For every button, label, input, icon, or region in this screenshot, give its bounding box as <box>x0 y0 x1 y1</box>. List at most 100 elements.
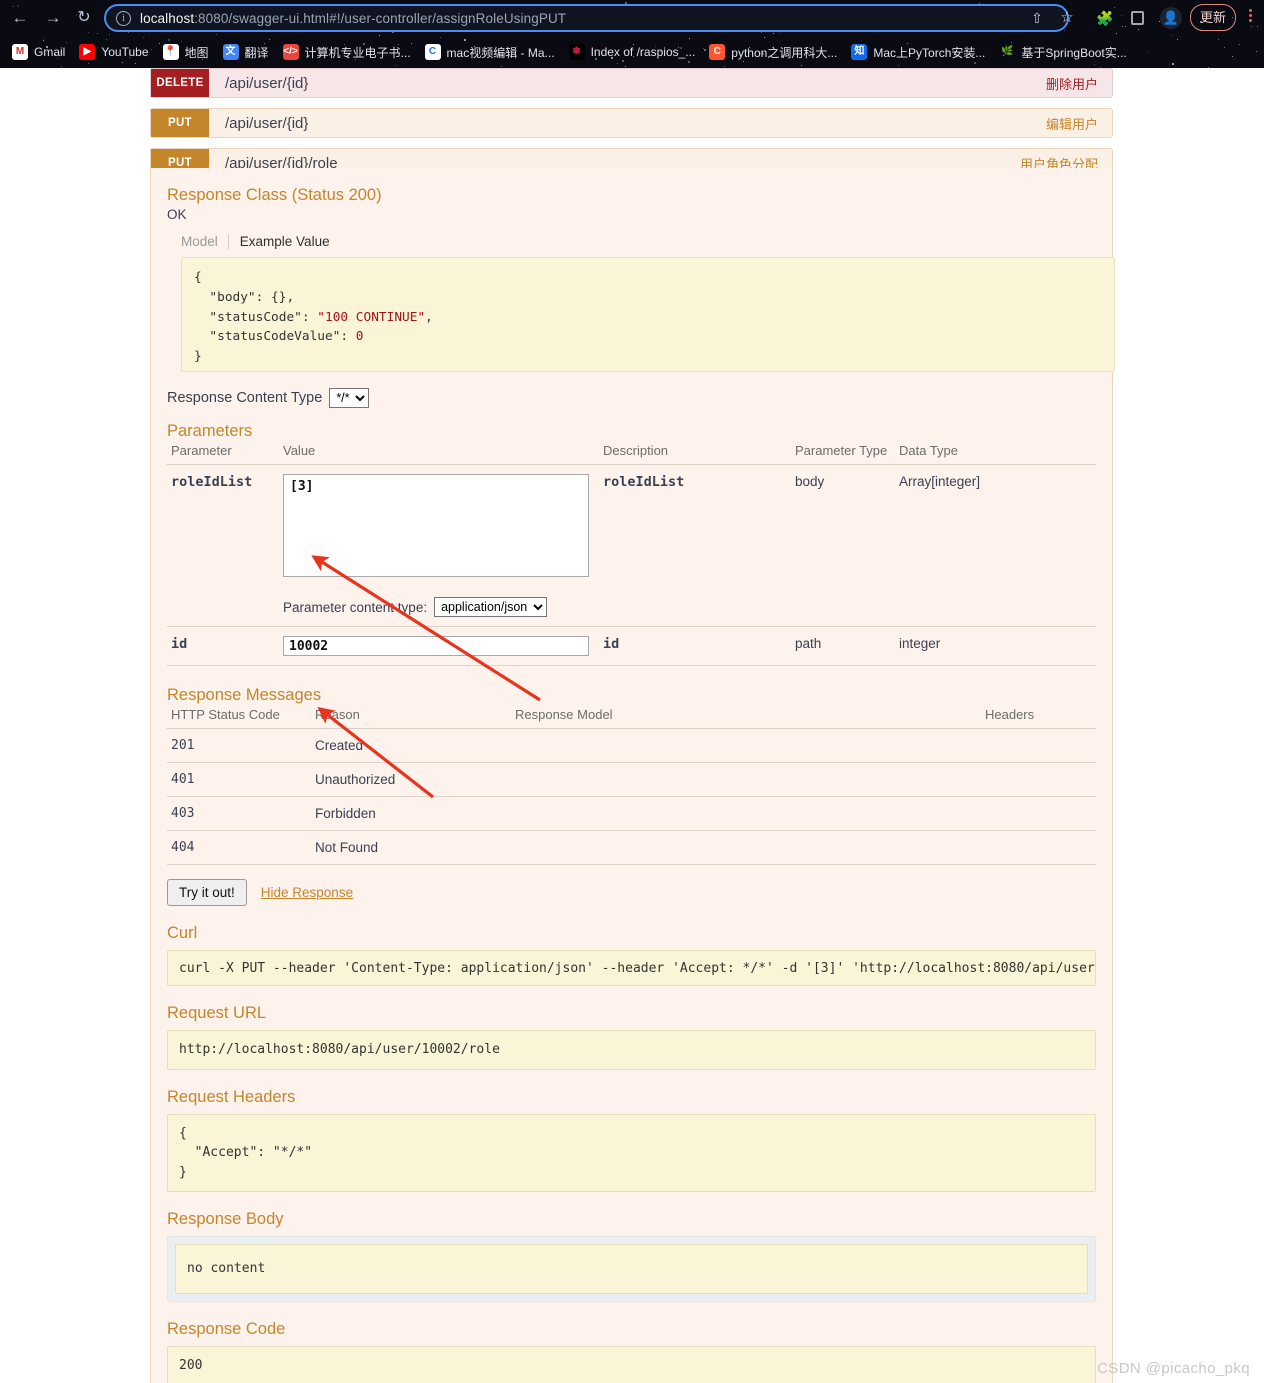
bookmark-item-0[interactable]: M Gmail <box>6 40 71 64</box>
response-messages-table: HTTP Status Code Reason Response Model H… <box>167 707 1096 865</box>
curl-command-box: curl -X PUT --header 'Content-Type: appl… <box>167 950 1096 986</box>
table-row: 401 Unauthorized <box>167 762 1096 797</box>
rm-status-code-3: 404 <box>167 830 311 865</box>
param-type-id: path <box>791 626 895 666</box>
response-messages-title: Response Messages <box>167 686 322 704</box>
request-url-title: Request URL <box>167 1004 267 1022</box>
bookmark-item-1[interactable]: ▶ YouTube <box>73 40 154 64</box>
example-value-status-code: "100 CONTINUE" <box>317 309 426 325</box>
parameter-content-type-select[interactable]: application/json <box>434 597 548 617</box>
operation-row-edit-user[interactable]: PUT /api/user/{id} 编辑用户 <box>150 108 1113 138</box>
rm-headers-2 <box>981 796 1096 831</box>
update-button[interactable]: 更新 <box>1190 4 1237 31</box>
rm-response-model-0 <box>511 728 981 763</box>
bookmark-favicon-icon: ❃ <box>568 44 585 60</box>
param-description-id: id <box>599 626 791 666</box>
parameters-table: Parameter Value Description Parameter Ty… <box>167 443 1096 666</box>
rm-response-model-2 <box>511 796 981 831</box>
address-bar[interactable]: i localhost:8080/swagger-ui.html#!/user-… <box>104 4 1069 32</box>
bookmark-label: 计算机专业电子书... <box>304 45 411 60</box>
parameter-content-type-label: Parameter content type: <box>283 599 428 615</box>
table-row: 404 Not Found <box>167 830 1096 865</box>
param-name-roleidlist: roleIdList <box>167 464 279 627</box>
response-content-type-select[interactable]: */* <box>329 388 370 408</box>
csdn-watermark: CSDN @picacho_pkq <box>1097 1360 1250 1377</box>
hide-response-link[interactable]: Hide Response <box>261 885 353 900</box>
bookmark-favicon-icon: C <box>709 44 726 60</box>
puzzle-piece-icon[interactable]: 🧩 <box>1095 8 1115 28</box>
address-bar-host: localhost <box>140 10 195 26</box>
forward-button[interactable]: → <box>41 6 65 30</box>
bookmark-label: 地图 <box>184 45 209 60</box>
bookmark-label: mac视频编辑 - Ma... <box>446 45 555 60</box>
parameters-col-data-type: Data Type <box>895 443 1096 465</box>
bookmark-favicon-icon: 知 <box>851 44 868 60</box>
swagger-ui-container: DELETE /api/user/{id} 删除用户 PUT /api/user… <box>150 68 1115 1383</box>
id-value-input[interactable] <box>283 636 589 656</box>
operation-path: /api/user/{id} <box>225 114 309 132</box>
tab-model[interactable]: Model <box>181 234 228 249</box>
parameters-col-param-type: Parameter Type <box>791 443 895 465</box>
bookmark-item-2[interactable]: 📍 地图 <box>157 40 215 64</box>
rm-reason-2: Forbidden <box>311 796 511 831</box>
bookmark-favicon-icon: ▶ <box>79 44 96 60</box>
rm-headers-3 <box>981 830 1096 865</box>
response-body-box: no content <box>175 1244 1088 1294</box>
param-datatype-roleidlist: Array[integer] <box>895 464 1096 627</box>
bookmark-item-3[interactable]: 文翻译 <box>217 40 275 64</box>
bookmark-item-7[interactable]: Cpython之调用科大... <box>703 40 843 64</box>
curl-title: Curl <box>167 924 198 942</box>
param-value-cell-roleidlist: [3] Parameter content type: application/… <box>279 464 599 627</box>
param-name-id: id <box>167 626 279 666</box>
response-content-type-label: Response Content Type <box>167 390 323 406</box>
parameters-title: Parameters <box>167 422 253 440</box>
rm-col-reason: Reason <box>311 707 511 729</box>
bookmark-label: YouTube <box>101 45 149 59</box>
rm-status-code-2: 403 <box>167 796 311 831</box>
bookmark-label: python之调用科大... <box>731 45 838 60</box>
table-row: 201 Created <box>167 728 1096 763</box>
bookmark-item-4[interactable]: </> 计算机专业电子书... <box>277 40 417 64</box>
parameters-col-parameter: Parameter <box>167 443 279 465</box>
rm-reason-0: Created <box>311 728 511 763</box>
http-method-badge: DELETE <box>151 69 209 97</box>
parameters-col-description: Description <box>599 443 791 465</box>
parameters-header-row: Parameter Value Description Parameter Ty… <box>167 443 1096 465</box>
bookmark-favicon-icon: C <box>424 44 441 60</box>
try-it-out-button[interactable]: Try it out! <box>167 879 247 906</box>
rm-col-headers: Headers <box>981 707 1096 729</box>
bookmark-item-8[interactable]: 知 Mac上PyTorch安装... <box>845 40 991 64</box>
request-headers-title: Request Headers <box>167 1087 296 1106</box>
reload-button[interactable]: ↻ <box>72 6 96 30</box>
rm-status-code-1: 401 <box>167 762 311 797</box>
response-content-type-row: Response Content Type */* <box>167 388 1096 408</box>
roleidlist-value-textarea[interactable]: [3] <box>283 474 589 577</box>
side-panel-icon[interactable] <box>1127 8 1147 28</box>
http-method-badge: PUT <box>151 109 209 137</box>
response-body-wrapper: no content <box>167 1236 1096 1302</box>
request-url-box: http://localhost:8080/api/user/10002/rol… <box>167 1030 1096 1070</box>
bookmark-item-5[interactable]: Cmac视频编辑 - Ma... <box>419 40 561 64</box>
three-dot-menu-icon[interactable] <box>1243 7 1257 29</box>
site-info-icon[interactable]: i <box>116 10 131 26</box>
profile-avatar-icon[interactable]: 👤 <box>1160 7 1182 29</box>
rm-status-code-0: 201 <box>167 728 311 763</box>
table-row: roleIdList [3] Parameter content type: a… <box>167 464 1096 627</box>
back-button[interactable]: ← <box>8 6 32 30</box>
parameter-content-type-row: Parameter content type: application/json <box>283 597 593 617</box>
share-icon[interactable]: ⇧ <box>1028 9 1046 27</box>
table-row: 403 Forbidden <box>167 796 1096 831</box>
rm-reason-3: Not Found <box>311 830 511 865</box>
operation-detail-panel: Response Class (Status 200) OK Model Exa… <box>150 168 1115 1383</box>
operation-path: /api/user/{id} <box>225 74 309 92</box>
rm-response-model-1 <box>511 762 981 797</box>
tab-example-value[interactable]: Example Value <box>227 234 340 249</box>
operation-row-delete-user[interactable]: DELETE /api/user/{id} 删除用户 <box>150 68 1113 98</box>
param-datatype-id: integer <box>895 626 1096 666</box>
bookmark-item-9[interactable]: 🌿 基于SpringBoot实... <box>993 40 1132 64</box>
example-value-code: { "body": {}, "statusCode": "100 CONTINU… <box>181 257 1115 372</box>
example-value-status-code-value: 0 <box>355 329 364 345</box>
bookmark-star-icon[interactable]: ☆ <box>1058 9 1076 27</box>
page-content: DELETE /api/user/{id} 删除用户 PUT /api/user… <box>0 68 1264 1383</box>
bookmark-item-6[interactable]: ❃ Index of /raspios_... <box>563 40 702 64</box>
